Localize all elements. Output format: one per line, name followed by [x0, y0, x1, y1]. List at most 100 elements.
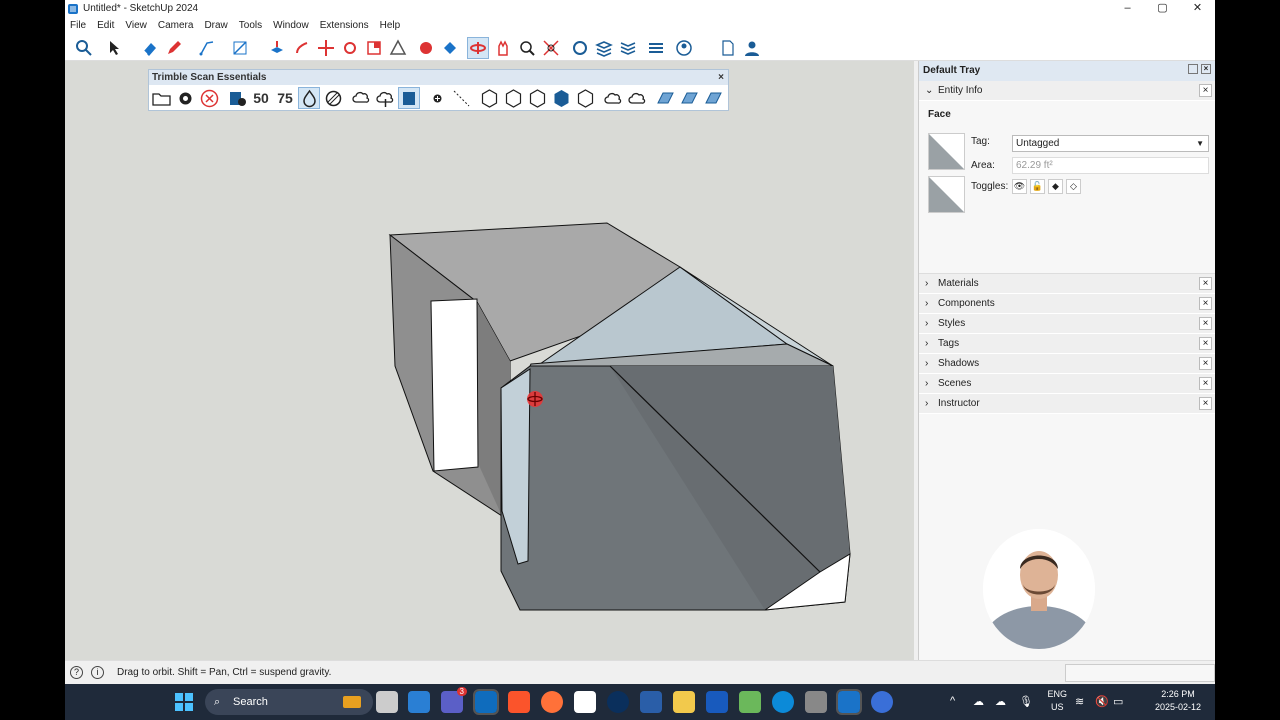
droplet-icon[interactable]	[298, 87, 320, 109]
model-viewport[interactable]: Trimble Scan Essentials × 50 75	[65, 61, 914, 660]
offset-tool-icon[interactable]	[387, 37, 409, 59]
calculator-icon[interactable]	[805, 691, 827, 713]
tag-dropdown[interactable]: Untagged ▼	[1012, 135, 1209, 152]
entity-info-panel-header[interactable]: ⌄ Entity Info ×	[919, 81, 1215, 101]
hexagon-icon-1[interactable]	[478, 87, 500, 109]
extension-icon[interactable]	[645, 37, 667, 59]
tape-measure-icon[interactable]	[415, 37, 437, 59]
app-icon-1[interactable]	[408, 691, 430, 713]
menu-tools[interactable]: Tools	[239, 20, 262, 31]
teams-icon[interactable]: 3	[441, 687, 467, 713]
rectangle-tool-icon[interactable]	[229, 37, 251, 59]
panel-close-button[interactable]: ×	[1199, 357, 1212, 370]
panel-styles[interactable]: › Styles ×	[919, 314, 1215, 334]
microphone-icon[interactable]: 🎙	[1019, 695, 1033, 708]
wifi-icon[interactable]: ≋	[1075, 695, 1084, 708]
firefox-icon[interactable]	[541, 691, 563, 713]
cloud-icon-1[interactable]	[602, 87, 624, 109]
tray-pin-button[interactable]	[1188, 64, 1198, 74]
menu-draw[interactable]: Draw	[204, 20, 227, 31]
tray-close-button[interactable]: ×	[1201, 64, 1211, 74]
open-folder-icon[interactable]	[150, 87, 172, 109]
zoom-tool-icon[interactable]	[516, 37, 538, 59]
panel-instructor[interactable]: › Instructor ×	[919, 394, 1215, 414]
profile-icon[interactable]	[673, 37, 695, 59]
scan-layer-icon[interactable]	[398, 87, 420, 109]
outlook-icon[interactable]	[473, 689, 499, 715]
brave-icon[interactable]	[508, 691, 530, 713]
scale-tool-icon[interactable]	[363, 37, 385, 59]
search-icon[interactable]	[73, 37, 95, 59]
panel-close-button[interactable]: ×	[1199, 317, 1212, 330]
menu-camera[interactable]: Camera	[158, 20, 194, 31]
notepad-icon[interactable]	[739, 691, 761, 713]
cast-shadows-icon[interactable]: ◆	[1048, 179, 1063, 194]
panel-tags[interactable]: › Tags ×	[919, 334, 1215, 354]
push-pull-icon[interactable]	[266, 37, 288, 59]
account-icon[interactable]	[741, 37, 763, 59]
hexagon-icon-2[interactable]	[502, 87, 524, 109]
paint-bucket-icon[interactable]	[439, 37, 461, 59]
lock-icon[interactable]: 🔓	[1030, 179, 1045, 194]
language-indicator[interactable]: ENG US	[1047, 688, 1067, 714]
mesh-icon-1[interactable]	[654, 87, 676, 109]
close-button[interactable]: ✕	[1180, 0, 1215, 17]
revit-icon[interactable]	[640, 691, 662, 713]
notion-icon[interactable]	[574, 691, 596, 713]
hexagon-icon-4[interactable]	[550, 87, 572, 109]
onepassword-icon[interactable]	[607, 691, 629, 713]
hatch-icon[interactable]	[322, 87, 344, 109]
arc-tool-icon[interactable]	[196, 37, 218, 59]
panel-materials[interactable]: › Materials ×	[919, 274, 1215, 294]
geolocation-icon[interactable]: ?	[70, 666, 83, 679]
panel-close-button[interactable]: ×	[1199, 277, 1212, 290]
menu-edit[interactable]: Edit	[97, 20, 114, 31]
scan-50-icon[interactable]: 50	[250, 87, 272, 109]
pan-tool-icon[interactable]	[492, 37, 514, 59]
stack-icon[interactable]	[617, 37, 639, 59]
pencil-icon[interactable]	[163, 37, 185, 59]
panel-close-button[interactable]: ×	[1199, 377, 1212, 390]
panel-close-button[interactable]: ×	[1199, 337, 1212, 350]
entity-info-close-button[interactable]: ×	[1199, 84, 1212, 97]
panel-scenes[interactable]: › Scenes ×	[919, 374, 1215, 394]
scan-75-icon[interactable]: 75	[274, 87, 296, 109]
volume-icon[interactable]: 🔇	[1095, 695, 1109, 708]
3d-model[interactable]	[65, 61, 914, 660]
follow-me-icon[interactable]	[291, 37, 313, 59]
move-tool-icon[interactable]	[315, 37, 337, 59]
menu-help[interactable]: Help	[380, 20, 401, 31]
panel-close-button[interactable]: ×	[1199, 297, 1212, 310]
visibility-eye-icon[interactable]: 👁	[1012, 179, 1027, 194]
file-explorer-icon[interactable]	[673, 691, 695, 713]
menu-window[interactable]: Window	[273, 20, 309, 31]
material-thumbnail-back[interactable]	[928, 176, 965, 213]
point-icon[interactable]	[426, 87, 448, 109]
rotate-tool-icon[interactable]	[339, 37, 361, 59]
word-icon[interactable]	[706, 691, 728, 713]
scan-import-icon[interactable]	[226, 87, 248, 109]
zoom-extents-icon[interactable]	[540, 37, 562, 59]
gear-icon[interactable]	[174, 87, 196, 109]
battery-icon[interactable]: ▭	[1113, 695, 1123, 708]
cloud-remove-icon[interactable]	[350, 87, 372, 109]
sketchup-taskbar-icon[interactable]	[836, 689, 862, 715]
hexagon-icon-3[interactable]	[526, 87, 548, 109]
eraser-icon[interactable]	[139, 37, 161, 59]
orbit-tool-icon[interactable]	[467, 37, 489, 59]
windows-start-icon[interactable]	[175, 693, 193, 711]
panel-close-button[interactable]: ×	[1199, 397, 1212, 410]
cloud-download-icon[interactable]	[374, 87, 396, 109]
cloud-icon[interactable]: ☁	[973, 695, 984, 708]
cancel-icon[interactable]	[198, 87, 220, 109]
mesh-icon-3[interactable]	[702, 87, 724, 109]
cloud-icon-2[interactable]	[626, 87, 648, 109]
new-file-icon[interactable]	[717, 37, 739, 59]
minimize-button[interactable]: –	[1110, 0, 1145, 17]
scan-toolbar-close-button[interactable]: ×	[718, 70, 724, 85]
menu-file[interactable]: File	[70, 20, 86, 31]
material-thumbnail-front[interactable]	[928, 133, 965, 170]
select-tool-icon[interactable]	[103, 37, 125, 59]
menu-view[interactable]: View	[125, 20, 147, 31]
menu-extensions[interactable]: Extensions	[320, 20, 369, 31]
